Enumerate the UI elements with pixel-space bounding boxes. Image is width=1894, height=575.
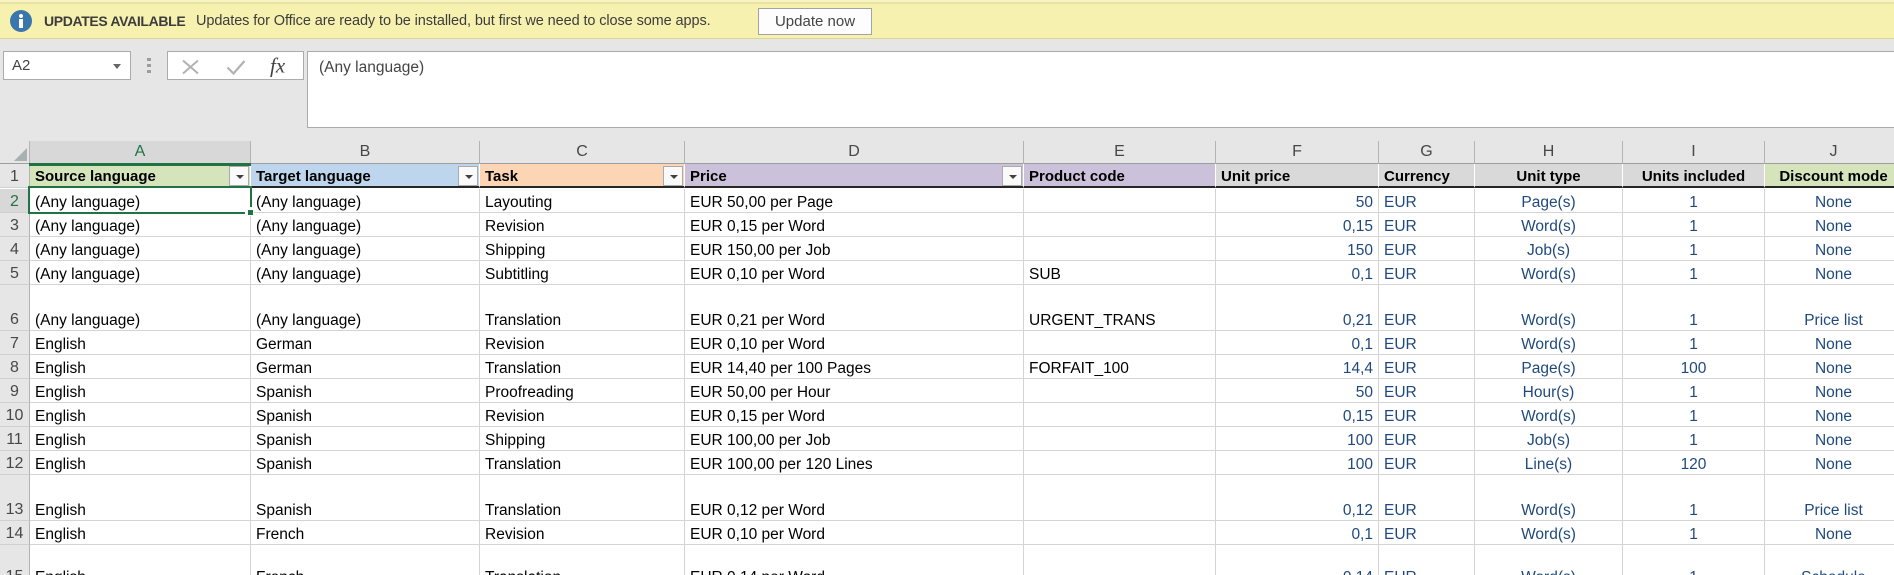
svg-text:fx: fx [270,54,286,78]
